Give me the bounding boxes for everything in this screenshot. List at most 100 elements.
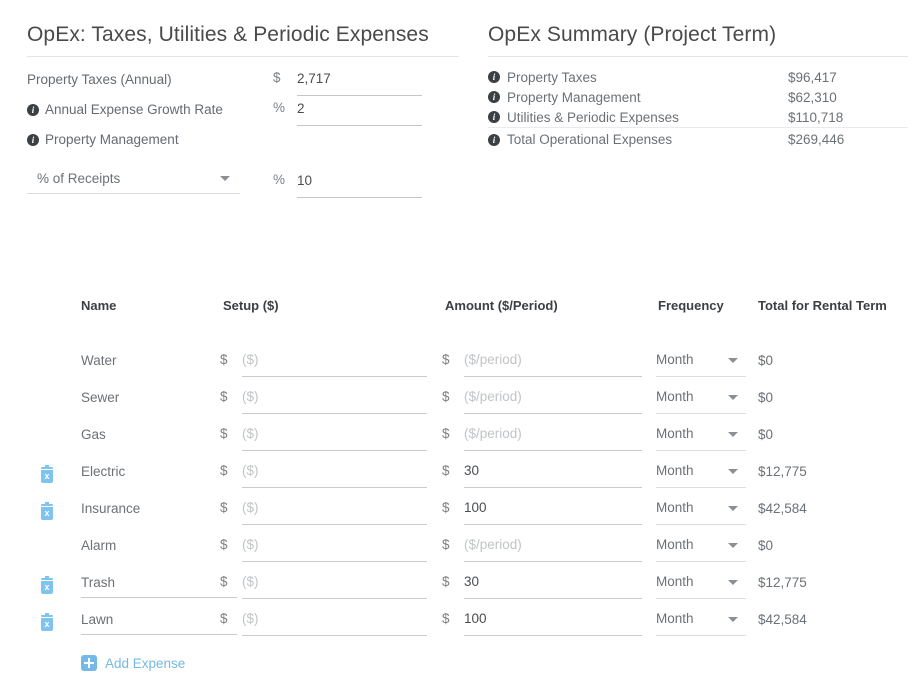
- frequency-select[interactable]: Month: [656, 458, 746, 488]
- setup-cell: $ ($): [220, 384, 442, 421]
- name-cell: Water: [48, 347, 220, 384]
- setup-input[interactable]: ($): [242, 425, 427, 451]
- setup-input[interactable]: ($): [242, 388, 427, 414]
- setup-cell: $ ($): [220, 495, 442, 532]
- amount-field-wrap: $ ($/period): [442, 384, 656, 414]
- chevron-down-icon: [728, 505, 738, 511]
- summary-row-value: $269,446: [788, 132, 845, 147]
- chevron-down-icon: [728, 542, 738, 548]
- delete-icon[interactable]: x: [40, 613, 54, 631]
- delete-icon[interactable]: x: [40, 465, 54, 483]
- amount-field-wrap: $ ($/period): [442, 532, 656, 562]
- frequency-cell: Month: [656, 569, 756, 606]
- info-icon[interactable]: i: [488, 111, 500, 123]
- setup-input[interactable]: ($): [242, 499, 427, 525]
- amount-input[interactable]: ($/period): [464, 351, 642, 377]
- setup-input[interactable]: ($): [242, 610, 427, 636]
- amount-input[interactable]: ($/period): [464, 388, 642, 414]
- amount-cell: $100: [442, 495, 656, 532]
- setup-input[interactable]: ($): [242, 573, 427, 599]
- amount-input[interactable]: 30: [464, 462, 642, 488]
- opex-form-label: Property Taxes (Annual): [27, 69, 273, 90]
- opex-form-label-text: Annual Expense Growth Rate: [45, 102, 223, 117]
- expense-name-label: Sewer: [81, 390, 120, 405]
- opex-form-label-text: Property Taxes (Annual): [27, 72, 172, 87]
- opex-summary-panel: OpEx Summary (Project Term) i Property Ta…: [488, 22, 908, 150]
- setup-input[interactable]: ($): [242, 536, 427, 562]
- info-icon[interactable]: i: [27, 134, 39, 146]
- delete-icon-body: x: [41, 581, 53, 594]
- amount-field-wrap: $100: [442, 495, 656, 525]
- summary-row-label: Property Taxes: [507, 69, 597, 85]
- frequency-select[interactable]: Month: [656, 495, 746, 525]
- expense-name-label: Electric: [81, 464, 126, 479]
- total-value: $42,584: [758, 501, 807, 516]
- expense-name-input[interactable]: Trash: [81, 569, 237, 598]
- info-icon[interactable]: i: [488, 71, 500, 83]
- header-delete-spacer: [0, 296, 48, 315]
- frequency-select[interactable]: Month: [656, 421, 746, 451]
- frequency-select[interactable]: Month: [656, 384, 746, 414]
- header-amount: Amount ($/Period): [445, 298, 558, 313]
- summary-row-label: Property Management: [507, 89, 641, 105]
- frequency-value: Month: [656, 537, 694, 552]
- setup-cell: $ ($): [220, 606, 442, 643]
- opex-form-unit: %: [273, 100, 286, 115]
- select-value: % of Receipts: [37, 171, 121, 186]
- property-management-value-input[interactable]: 10: [297, 171, 422, 198]
- setup-field-wrap: $ ($): [220, 421, 442, 451]
- frequency-select[interactable]: Month: [656, 569, 746, 599]
- opex-form-label: i Annual Expense Growth Rate: [27, 99, 273, 120]
- amount-input[interactable]: ($/period): [464, 425, 642, 451]
- frequency-cell: Month: [656, 347, 756, 384]
- total-value: $12,775: [758, 464, 807, 479]
- expenses-table-section: Name Setup ($) Amount ($/Period) Frequen…: [0, 296, 922, 683]
- opex-form-input[interactable]: 2,717: [297, 69, 422, 96]
- opex-form-unit: [273, 129, 297, 130]
- delete-icon[interactable]: x: [40, 576, 54, 594]
- header-name: Name: [81, 298, 117, 313]
- expense-name-label: Alarm: [81, 538, 117, 553]
- opex-form-row: i Property Management: [27, 129, 459, 159]
- frequency-select[interactable]: Month: [656, 606, 746, 636]
- amount-input[interactable]: 100: [464, 610, 642, 636]
- table-row: Alarm $ ($) $ ($/period) Month $0: [0, 532, 922, 569]
- setup-field-wrap: $ ($): [220, 606, 442, 636]
- opex-form-row: Property Taxes (Annual) $2,717: [27, 69, 459, 99]
- dollar-sign-icon: $: [442, 611, 450, 626]
- amount-cell: $ ($/period): [442, 421, 656, 458]
- name-cell: Alarm: [48, 532, 220, 569]
- dollar-sign-icon: $: [220, 463, 228, 478]
- delete-cell: [0, 384, 48, 421]
- frequency-value: Month: [656, 500, 694, 515]
- opex-form-label-text: Property Management: [45, 132, 179, 147]
- frequency-cell: Month: [656, 606, 756, 643]
- opex-form-input[interactable]: 2: [297, 99, 422, 126]
- amount-input[interactable]: 100: [464, 499, 642, 525]
- add-expense-cell: Add Expense: [48, 643, 922, 683]
- amount-input[interactable]: ($/period): [464, 536, 642, 562]
- frequency-select[interactable]: Month: [656, 532, 746, 562]
- setup-field-wrap: $ ($): [220, 569, 442, 599]
- info-icon[interactable]: i: [488, 133, 500, 146]
- frequency-cell: Month: [656, 458, 756, 495]
- property-management-basis-select[interactable]: % of Receipts: [27, 171, 240, 194]
- delete-icon[interactable]: x: [40, 502, 54, 520]
- summary-row-name: i Utilities & Periodic Expenses: [488, 110, 788, 125]
- add-expense-button[interactable]: Add Expense: [48, 655, 185, 671]
- summary-row-value: $62,310: [788, 89, 837, 105]
- opex-form-unit: $: [273, 70, 281, 85]
- setup-input[interactable]: ($): [242, 462, 427, 488]
- expenses-table: Name Setup ($) Amount ($/Period) Frequen…: [0, 296, 922, 683]
- dollar-sign-icon: $: [220, 611, 228, 626]
- info-icon[interactable]: i: [488, 91, 500, 103]
- frequency-select[interactable]: Month: [656, 347, 746, 377]
- setup-input[interactable]: ($): [242, 351, 427, 377]
- amount-input[interactable]: 30: [464, 573, 642, 599]
- frequency-value: Month: [656, 574, 694, 589]
- info-icon[interactable]: i: [27, 104, 39, 116]
- name-cell: Gas: [48, 421, 220, 458]
- expenses-table-head: Name Setup ($) Amount ($/Period) Frequen…: [0, 296, 922, 347]
- summary-row-value: $96,417: [788, 69, 837, 85]
- expense-name-input[interactable]: Lawn: [81, 606, 237, 635]
